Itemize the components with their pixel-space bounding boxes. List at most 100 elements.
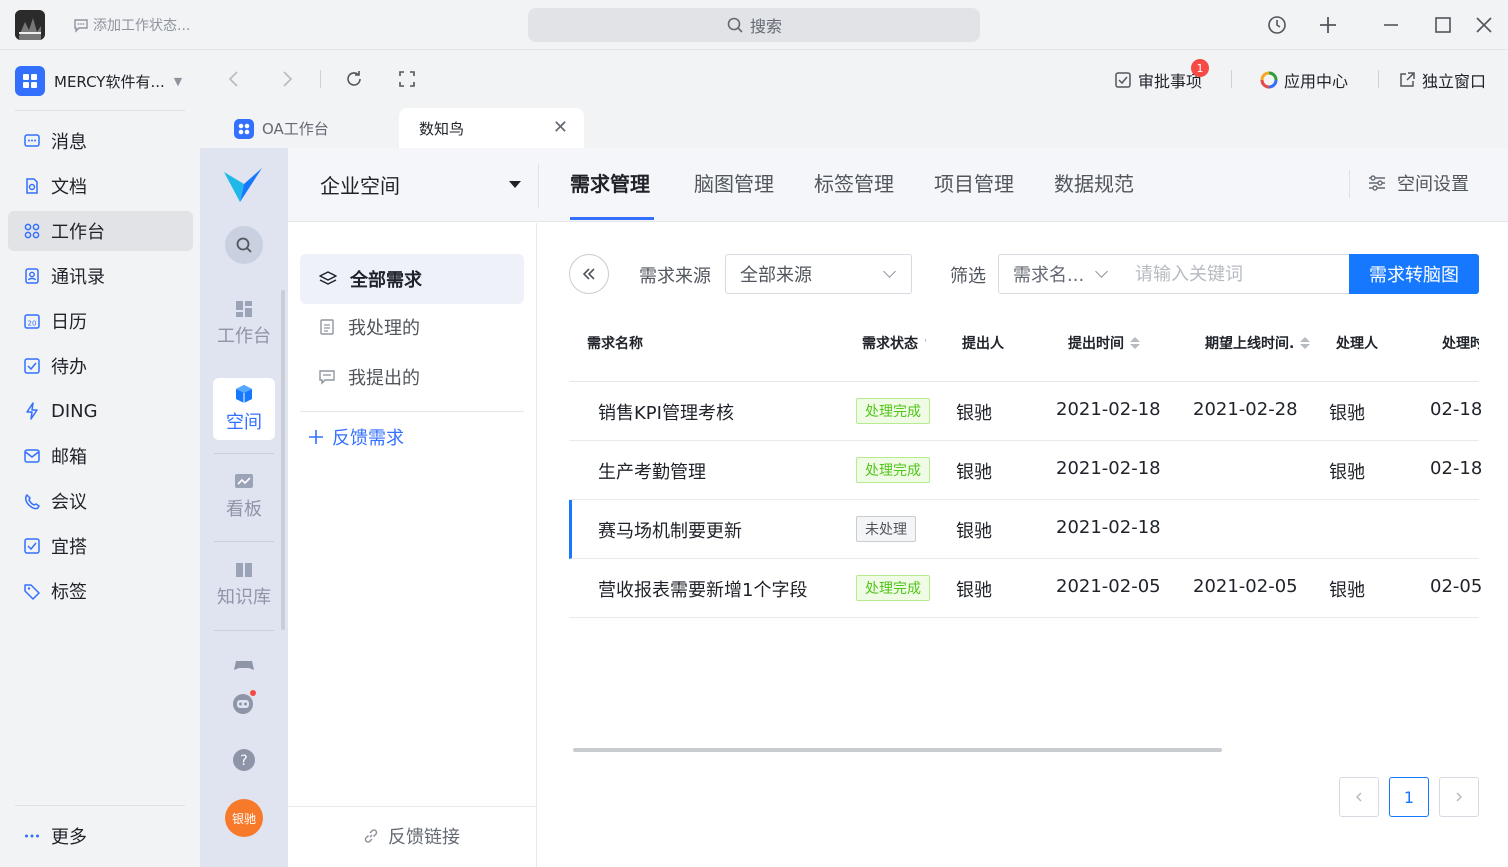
nav-item-more[interactable]: 更多 [8, 816, 193, 856]
tab-mindmap[interactable]: 脑图管理 [694, 168, 774, 197]
nav-item-todo[interactable]: 待办 [8, 346, 193, 386]
tab-data-standards[interactable]: 数据规范 [1054, 168, 1134, 197]
org-switcher[interactable]: MERCY软件有... ▼ [15, 66, 182, 96]
nav-item-workbench[interactable]: 工作台 [8, 211, 193, 251]
divider [288, 806, 537, 807]
refresh-icon[interactable] [343, 68, 365, 90]
keyword-search-input[interactable] [1121, 254, 1351, 294]
nav-item-messages[interactable]: 消息 [8, 121, 193, 161]
close-icon[interactable] [1473, 14, 1495, 36]
message-icon [24, 134, 40, 147]
tab-oa-workbench[interactable]: OA工作台 [234, 118, 329, 139]
user-avatar[interactable]: 银驰 [225, 799, 263, 837]
rail-item-board[interactable]: 看板 [213, 466, 275, 528]
nav-label: 标签 [51, 582, 87, 603]
standalone-window-link[interactable]: 独立窗口 [1398, 68, 1486, 92]
more-dots-icon [25, 834, 39, 838]
back-arrow-icon[interactable] [223, 68, 245, 90]
column-header-status[interactable]: 需求状态 ' [862, 333, 927, 353]
plus-icon [309, 430, 323, 444]
nav-item-meeting[interactable]: 会议 [8, 481, 193, 521]
column-header-name[interactable]: 需求名称 [587, 333, 643, 353]
table-row[interactable]: 销售KPI管理考核 处理完成 银驰 2021-02-18 2021-02-28 … [569, 382, 1482, 441]
nav-item-contacts[interactable]: 通讯录 [8, 256, 193, 296]
cell-name[interactable]: 销售KPI管理考核 [598, 399, 734, 425]
pagination-page[interactable]: 1 [1389, 777, 1429, 817]
yida-icon [24, 538, 40, 554]
rail-item-space[interactable]: 空间 [213, 378, 275, 440]
rail-scrollbar[interactable] [281, 290, 285, 630]
column-header-handler[interactable]: 处理人 [1336, 333, 1378, 353]
pagination-next[interactable] [1439, 777, 1479, 817]
sidebar-label: 我提出的 [348, 368, 420, 389]
rail-item-workbench[interactable]: 工作台 [213, 293, 275, 355]
robot-assistant-icon[interactable] [231, 690, 257, 716]
table-row[interactable]: 赛马场机制要更新 未处理 银驰 2021-02-18 [569, 500, 1479, 559]
search-icon [727, 17, 743, 33]
nav-label: 会议 [51, 492, 87, 513]
tab-projects[interactable]: 项目管理 [934, 168, 1014, 197]
maximize-icon[interactable] [1432, 14, 1454, 36]
user-avatar[interactable] [15, 10, 45, 40]
nav-item-docs[interactable]: 文档 [8, 166, 193, 206]
filter-all-requirements[interactable]: 全部需求 [300, 254, 524, 304]
sidebar-label: 全部需求 [350, 270, 422, 291]
tab-shuzhiniao[interactable]: 数知鸟 ✕ [399, 108, 584, 148]
workbench-icon [24, 223, 40, 239]
column-header-proposed-time[interactable]: 提出时间 [1068, 333, 1140, 353]
table-row[interactable]: 生产考勤管理 处理完成 银驰 2021-02-18 银驰 02-18 [569, 441, 1482, 500]
rail-item-knowledge[interactable]: 知识库 [213, 554, 275, 616]
status-setter[interactable]: 添加工作状态... [73, 15, 190, 35]
divider [214, 453, 274, 454]
collapse-sidebar-button[interactable] [569, 254, 609, 294]
add-feedback-label: 反馈需求 [332, 428, 404, 449]
cell-name[interactable]: 营收报表需要新增1个字段 [598, 576, 807, 602]
settings-sliders-icon [1369, 175, 1385, 191]
cell-expected-time: 2021-02-05 [1193, 576, 1298, 597]
help-icon[interactable]: ? [232, 748, 256, 772]
cell-name[interactable]: 赛马场机制要更新 [598, 517, 742, 543]
column-header-expected-time[interactable]: 期望上线时间. [1205, 333, 1311, 353]
pagination-prev[interactable] [1339, 777, 1379, 817]
feedback-link-button[interactable]: 反馈链接 [362, 823, 460, 849]
nav-item-calendar[interactable]: 20 日历 [8, 301, 193, 341]
horizontal-scrollbar[interactable] [573, 748, 1222, 752]
fullscreen-icon[interactable] [396, 68, 418, 90]
search-icon [236, 237, 252, 253]
approval-link[interactable]: 审批事项 [1114, 68, 1202, 92]
tab-labels[interactable]: 标签管理 [814, 168, 894, 197]
nav-item-tags[interactable]: 标签 [8, 571, 193, 611]
nav-item-ding[interactable]: DING [8, 391, 193, 431]
table-row[interactable]: 营收报表需要新增1个字段 处理完成 银驰 2021-02-05 2021-02-… [569, 559, 1482, 618]
plus-icon[interactable] [1317, 14, 1339, 36]
minimize-icon[interactable] [1380, 14, 1402, 36]
convert-to-mindmap-button[interactable]: 需求转脑图 [1349, 254, 1479, 294]
caret-down-icon[interactable] [509, 181, 521, 188]
tab-requirements[interactable]: 需求管理 [570, 168, 650, 197]
space-settings-button[interactable]: 空间设置 [1367, 170, 1469, 196]
column-header-proposer[interactable]: 提出人 [962, 333, 1004, 353]
mail-icon [24, 449, 40, 463]
global-search[interactable]: 搜索 [528, 8, 980, 42]
nav-item-yida[interactable]: 宜搭 [8, 526, 193, 566]
cell-handler: 银驰 [1329, 403, 1365, 424]
layers-icon [319, 271, 337, 285]
forward-arrow-icon[interactable] [276, 68, 298, 90]
filter-raised-by-me[interactable]: 我提出的 [300, 352, 524, 402]
nav-item-mail[interactable]: 邮箱 [8, 436, 193, 476]
filter-field-select[interactable]: 需求名... [998, 254, 1122, 294]
cell-name[interactable]: 生产考勤管理 [598, 458, 706, 484]
chevron-down-icon [883, 265, 896, 278]
ding-icon [26, 402, 38, 420]
space-selector[interactable]: 企业空间 [320, 170, 400, 199]
close-tab-icon[interactable]: ✕ [553, 117, 568, 138]
filter-handled-by-me[interactable]: 我处理的 [300, 302, 524, 352]
column-header-handled-time[interactable]: 处理时 [1442, 333, 1479, 353]
gamepad-icon[interactable] [233, 658, 255, 672]
app-center-link[interactable]: 应用中心 [1260, 68, 1348, 92]
source-select[interactable]: 全部来源 [725, 254, 912, 294]
rail-search-button[interactable] [225, 226, 263, 264]
add-feedback-button[interactable]: 反馈需求 [308, 424, 404, 450]
chevron-down-icon [1095, 265, 1108, 278]
history-icon[interactable] [1266, 14, 1288, 36]
